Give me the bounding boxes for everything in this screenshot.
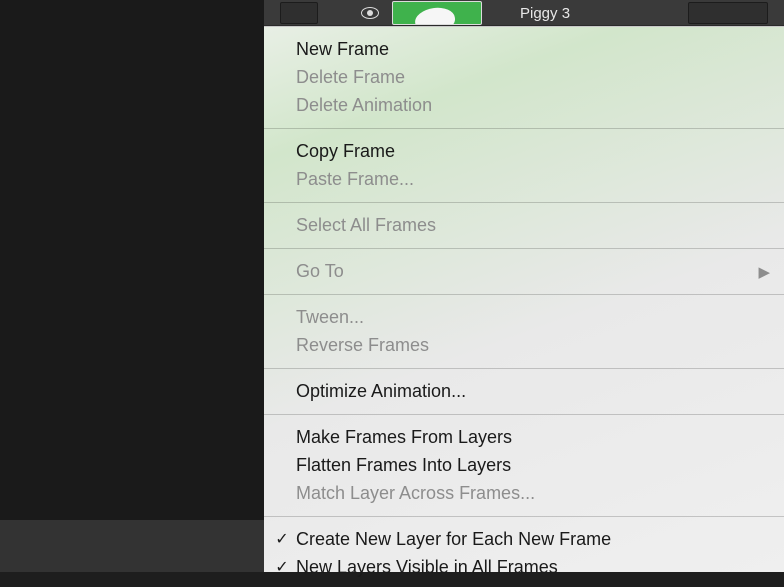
menu-separator	[264, 294, 784, 295]
menu-separator	[264, 516, 784, 517]
menu-separator	[264, 202, 784, 203]
menu-delete-animation: Delete Animation	[264, 91, 784, 119]
menu-new-frame[interactable]: New Frame	[264, 35, 784, 63]
menu-copy-frame[interactable]: Copy Frame	[264, 137, 784, 165]
menu-select-all-frames: Select All Frames	[264, 211, 784, 239]
check-icon: ✓	[272, 557, 292, 577]
timeline-flyout-menu: New Frame Delete Frame Delete Animation …	[264, 26, 784, 572]
panel-footer	[0, 520, 264, 572]
layer-thumbnail[interactable]	[392, 1, 482, 25]
menu-paste-frame: Paste Frame...	[264, 165, 784, 193]
menu-go-to: Go To ▶	[264, 257, 784, 285]
menu-separator	[264, 368, 784, 369]
menu-separator	[264, 128, 784, 129]
menu-go-to-label: Go To	[296, 261, 344, 282]
menu-delete-frame: Delete Frame	[264, 63, 784, 91]
visibility-toggle[interactable]	[350, 0, 390, 26]
menu-item-label: Create New Layer for Each New Frame	[296, 529, 611, 550]
menu-reverse-frames: Reverse Frames	[264, 331, 784, 359]
menu-new-layers-visible-all-frames[interactable]: ✓ New Layers Visible in All Frames	[264, 553, 784, 581]
layer-name-label[interactable]: Piggy 3	[520, 0, 570, 26]
menu-tween: Tween...	[264, 303, 784, 331]
menu-flatten-frames-into-layers[interactable]: Flatten Frames Into Layers	[264, 451, 784, 479]
menu-item-label: New Layers Visible in All Frames	[296, 557, 558, 578]
canvas-area	[0, 0, 264, 520]
panel-slot	[280, 2, 318, 24]
menu-make-frames-from-layers[interactable]: Make Frames From Layers	[264, 423, 784, 451]
eye-icon	[361, 7, 379, 19]
menu-separator	[264, 414, 784, 415]
panel-slot	[688, 2, 768, 24]
menu-create-new-layer-each-frame[interactable]: ✓ Create New Layer for Each New Frame	[264, 525, 784, 553]
menu-optimize-animation[interactable]: Optimize Animation...	[264, 377, 784, 405]
menu-separator	[264, 248, 784, 249]
menu-match-layer-across-frames: Match Layer Across Frames...	[264, 479, 784, 507]
check-icon: ✓	[272, 529, 292, 549]
submenu-arrow-icon: ▶	[758, 263, 770, 281]
